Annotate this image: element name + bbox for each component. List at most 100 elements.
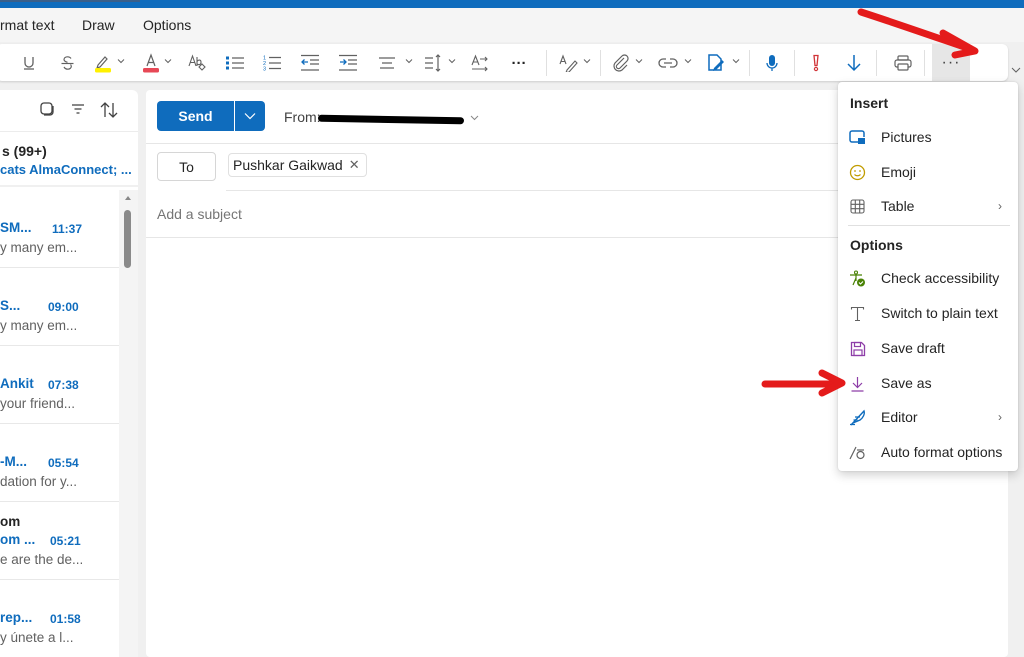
subject-input[interactable] bbox=[157, 206, 817, 222]
list-item[interactable]: rep... 01:58 y únete a l... bbox=[0, 580, 119, 657]
download-icon bbox=[849, 375, 866, 392]
scrollbar-thumb[interactable] bbox=[124, 210, 131, 268]
align-icon bbox=[379, 57, 395, 69]
conversation-group[interactable]: s (99+) cats AlmaConnect; ... bbox=[0, 133, 138, 187]
list-item[interactable]: SM... 11:37 y many em... bbox=[0, 190, 119, 268]
mail-sender: om bbox=[0, 514, 21, 529]
message-body[interactable] bbox=[146, 240, 838, 657]
line-spacing-button[interactable] bbox=[424, 50, 442, 76]
arrow-down-icon bbox=[847, 55, 861, 72]
mail-time: 05:54 bbox=[48, 456, 79, 470]
message-list-scrollbar[interactable] bbox=[119, 190, 138, 657]
from-label[interactable]: From: bbox=[284, 109, 321, 125]
chevron-down-icon[interactable] bbox=[405, 57, 413, 65]
ribbon-separator bbox=[546, 50, 547, 76]
table-icon bbox=[849, 198, 866, 215]
message-list: s (99+) cats AlmaConnect; ... SM... 11:3… bbox=[0, 90, 138, 657]
increase-indent-icon bbox=[339, 54, 357, 71]
chevron-down-icon[interactable] bbox=[117, 57, 125, 65]
menu-item-pictures[interactable]: Pictures bbox=[838, 120, 1018, 154]
remove-recipient-icon[interactable]: ✕ bbox=[349, 157, 360, 173]
signature-button[interactable] bbox=[706, 50, 726, 76]
ribbon-tabs: rmat text Draw Options bbox=[0, 8, 1024, 42]
chevron-down-icon[interactable] bbox=[164, 57, 172, 65]
menu-item-check-accessibility[interactable]: Check accessibility bbox=[838, 261, 1018, 295]
menu-item-save-draft[interactable]: Save draft bbox=[838, 331, 1018, 365]
filter-icon[interactable] bbox=[71, 102, 85, 116]
link-button[interactable] bbox=[658, 50, 678, 76]
menu-item-save-as[interactable]: Save as bbox=[838, 366, 1018, 400]
list-item[interactable]: S... 09:00 y many em... bbox=[0, 268, 119, 346]
dictate-button[interactable] bbox=[764, 50, 780, 76]
tab-format-text[interactable]: rmat text bbox=[0, 17, 54, 33]
menu-item-table[interactable]: Table › bbox=[838, 189, 1018, 223]
tab-options[interactable]: Options bbox=[143, 17, 191, 33]
align-button[interactable] bbox=[378, 50, 396, 76]
ribbon-toolbar: 123 ··· ··· bbox=[0, 44, 1008, 81]
ribbon-expand-chevron-icon[interactable] bbox=[1010, 64, 1022, 76]
svg-text:3: 3 bbox=[263, 67, 266, 73]
low-importance-button[interactable] bbox=[846, 50, 862, 76]
send-button[interactable]: Send bbox=[157, 101, 234, 131]
chevron-down-icon[interactable] bbox=[635, 57, 643, 65]
send-options-button[interactable] bbox=[235, 101, 265, 131]
strikethrough-icon bbox=[61, 56, 73, 70]
accessibility-icon bbox=[849, 270, 866, 287]
numbering-button[interactable]: 123 bbox=[262, 50, 282, 76]
increase-indent-button[interactable] bbox=[338, 50, 358, 76]
ribbon-separator bbox=[924, 50, 925, 76]
from-address-redacted bbox=[317, 114, 465, 125]
chevron-down-icon[interactable] bbox=[732, 57, 740, 65]
bullets-button[interactable] bbox=[225, 50, 245, 76]
plain-text-icon bbox=[849, 305, 866, 322]
menu-section-options: Options bbox=[850, 237, 903, 253]
font-color-icon bbox=[143, 53, 159, 73]
line-spacing-icon bbox=[425, 54, 441, 72]
clear-formatting-button[interactable] bbox=[188, 50, 208, 76]
more-formatting-button[interactable]: ··· bbox=[509, 50, 529, 76]
decrease-indent-button[interactable] bbox=[300, 50, 320, 76]
styles-button[interactable] bbox=[559, 50, 579, 76]
list-item[interactable]: -M... 05:54 dation for y... bbox=[0, 424, 119, 502]
group-title: s (99+) bbox=[2, 143, 47, 159]
scroll-up-arrow-icon[interactable] bbox=[125, 196, 131, 200]
highlight-button[interactable] bbox=[94, 50, 112, 76]
styles-icon bbox=[559, 54, 578, 72]
menu-item-auto-format-options[interactable]: Auto format options bbox=[838, 435, 1018, 469]
recipient-chip[interactable]: Pushkar Gaikwad ✕ bbox=[228, 153, 367, 177]
tab-draw[interactable]: Draw bbox=[82, 17, 115, 33]
emoji-icon bbox=[849, 164, 866, 181]
high-importance-button[interactable] bbox=[810, 50, 822, 76]
chevron-down-icon[interactable] bbox=[448, 57, 456, 65]
underline-button[interactable] bbox=[20, 50, 38, 76]
ribbon-separator bbox=[876, 50, 877, 76]
editor-pen-icon bbox=[849, 409, 866, 426]
menu-item-emoji[interactable]: Emoji bbox=[838, 155, 1018, 189]
chevron-down-icon[interactable] bbox=[684, 57, 692, 65]
mail-time: 07:38 bbox=[48, 378, 79, 392]
font-color-button[interactable] bbox=[142, 50, 160, 76]
menu-item-switch-to-plain-text[interactable]: Switch to plain text bbox=[838, 296, 1018, 330]
link-icon bbox=[658, 58, 678, 68]
mail-subject: -M... bbox=[0, 454, 27, 469]
highlighter-icon bbox=[95, 56, 111, 73]
attach-button[interactable] bbox=[612, 50, 630, 76]
text-direction-button[interactable] bbox=[471, 50, 489, 76]
to-button[interactable]: To bbox=[157, 152, 216, 181]
mail-preview: y many em... bbox=[0, 318, 78, 333]
chevron-down-icon[interactable] bbox=[583, 57, 591, 65]
chevron-down-icon[interactable] bbox=[470, 115, 479, 121]
recipient-name: Pushkar Gaikwad bbox=[233, 157, 343, 173]
menu-item-editor[interactable]: Editor › bbox=[838, 400, 1018, 434]
list-item[interactable]: Ankit 07:38 your friend... bbox=[0, 346, 119, 424]
title-bar bbox=[0, 0, 1024, 8]
list-item[interactable]: om om ... 05:21 e are the de... bbox=[0, 502, 119, 580]
message-list-scroll: SM... 11:37 y many em... S... 09:00 y ma… bbox=[0, 190, 138, 657]
print-button[interactable] bbox=[893, 50, 913, 76]
exclamation-icon bbox=[813, 54, 819, 72]
more-options-menu: Insert Pictures Emoji Table › Options Ch… bbox=[838, 82, 1018, 471]
sort-icon[interactable] bbox=[100, 102, 118, 118]
select-icon[interactable] bbox=[40, 102, 54, 116]
more-options-button[interactable]: ··· bbox=[932, 44, 970, 81]
strikethrough-button[interactable] bbox=[58, 50, 76, 76]
